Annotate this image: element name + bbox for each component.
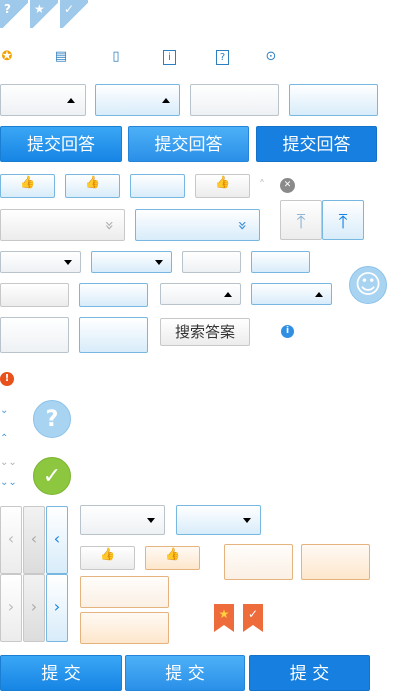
prev-button-2[interactable]: ‹ bbox=[23, 506, 45, 574]
check-icon: ✓ bbox=[64, 2, 75, 16]
chevron-left-icon: ‹ bbox=[7, 529, 15, 548]
submit-answer-button-hover[interactable]: 提交回答 bbox=[128, 126, 249, 162]
chevron-right-icon: › bbox=[53, 597, 61, 616]
prev-button-3[interactable]: ‹ bbox=[46, 506, 68, 574]
select-4[interactable] bbox=[91, 251, 172, 273]
info-icon: i bbox=[163, 50, 176, 65]
caret-down-icon bbox=[243, 518, 251, 523]
bookmark-star-icon: ★ bbox=[214, 604, 234, 632]
textarea-1[interactable] bbox=[0, 317, 69, 353]
select-2[interactable] bbox=[95, 84, 180, 116]
question-circle-icon: ? bbox=[33, 400, 71, 438]
select-3[interactable] bbox=[0, 251, 81, 273]
arrow-up-icon: ⤒ bbox=[296, 209, 306, 233]
like-button-orange-off[interactable]: 👍 bbox=[80, 546, 135, 570]
thumb-up-icon: 👍 bbox=[100, 547, 115, 561]
chevron-left-icon: ‹ bbox=[30, 529, 38, 548]
thumb-up-icon: 👍 bbox=[85, 175, 100, 189]
arrow-up-icon: ⤒ bbox=[338, 209, 348, 233]
chevron-left-icon: ‹ bbox=[53, 529, 61, 548]
search-circle-icon: ⊙ bbox=[265, 49, 277, 64]
submit-answer-button-active[interactable]: 提交回答 bbox=[256, 126, 377, 162]
like-button-orange-on[interactable]: 👍 bbox=[145, 546, 200, 570]
caret-up-icon bbox=[67, 98, 75, 103]
input-4[interactable] bbox=[251, 251, 310, 273]
back-to-top-button-hover[interactable]: ⤒ bbox=[322, 200, 364, 240]
like-button[interactable]: 👍 bbox=[0, 174, 55, 198]
input-2[interactable] bbox=[289, 84, 378, 116]
star-icon: ★ bbox=[34, 2, 45, 16]
next-button-2[interactable]: › bbox=[23, 574, 45, 642]
back-to-top-button[interactable]: ⤒ bbox=[280, 200, 322, 240]
caret-up-icon bbox=[224, 292, 232, 297]
check-circle-icon: ✓ bbox=[33, 457, 71, 495]
next-button-1[interactable]: › bbox=[0, 574, 22, 642]
textarea-orange-1[interactable] bbox=[80, 576, 169, 608]
caret-up-icon bbox=[162, 98, 170, 103]
phone-icon: ▯ bbox=[112, 49, 120, 64]
textarea-orange-2[interactable] bbox=[80, 612, 169, 644]
submit-button[interactable]: 提 交 bbox=[0, 655, 122, 691]
caret-up-icon[interactable]: ˄ bbox=[259, 178, 265, 192]
input-1[interactable] bbox=[190, 84, 279, 116]
prev-button-1[interactable]: ‹ bbox=[0, 506, 22, 574]
select-collapse-blue[interactable]: » bbox=[135, 209, 260, 241]
select-8[interactable] bbox=[176, 505, 261, 535]
select-7[interactable] bbox=[80, 505, 165, 535]
chevron-right-icon: › bbox=[7, 597, 15, 616]
smile-icon: ☺ bbox=[349, 266, 387, 304]
medal-icon: ✪ bbox=[1, 49, 13, 64]
close-icon: ✕ bbox=[283, 180, 292, 190]
chevron-up-icon[interactable]: ⌃ bbox=[0, 434, 8, 444]
caret-down-icon bbox=[64, 260, 72, 265]
like-button-hover[interactable]: 👍 bbox=[65, 174, 120, 198]
alert-icon: ! bbox=[0, 372, 14, 386]
textarea-2[interactable] bbox=[79, 317, 148, 353]
select-5[interactable] bbox=[160, 283, 241, 305]
double-down-icon: » bbox=[233, 220, 253, 231]
flag-check: ✓ bbox=[60, 0, 88, 28]
chevron-right-icon: › bbox=[30, 597, 38, 616]
info-circle-icon: i bbox=[281, 325, 294, 338]
input-orange-2[interactable] bbox=[301, 544, 370, 580]
flag-star: ★ bbox=[30, 0, 58, 28]
select-6[interactable] bbox=[251, 283, 332, 305]
input-small[interactable] bbox=[130, 174, 185, 198]
search-answer-button[interactable]: 搜索答案 bbox=[160, 318, 250, 346]
thumb-up-icon: 👍 bbox=[20, 175, 35, 189]
caret-up-icon bbox=[315, 292, 323, 297]
close-circle-icon[interactable]: ✕ bbox=[280, 178, 295, 193]
input-6[interactable] bbox=[79, 283, 148, 307]
question-box-icon: ? bbox=[216, 50, 229, 65]
chevron-down-icon[interactable]: ⌄ bbox=[0, 406, 8, 416]
double-down-icon: » bbox=[100, 220, 120, 231]
submit-answer-button[interactable]: 提交回答 bbox=[0, 126, 122, 162]
submit-button-active[interactable]: 提 交 bbox=[249, 655, 370, 691]
select-collapse-gray[interactable]: » bbox=[0, 209, 125, 241]
database-icon: ▤ bbox=[54, 49, 68, 64]
select-1[interactable] bbox=[0, 84, 86, 116]
next-button-3[interactable]: › bbox=[46, 574, 68, 642]
bookmark-check-icon: ✓ bbox=[243, 604, 263, 632]
double-chevron-down-icon[interactable]: ⌄⌄ bbox=[0, 458, 17, 468]
input-3[interactable] bbox=[182, 251, 241, 273]
double-chevron-down-icon-blue[interactable]: ⌄⌄ bbox=[0, 478, 17, 488]
caret-down-icon bbox=[155, 260, 163, 265]
caret-down-icon bbox=[147, 518, 155, 523]
submit-button-hover[interactable]: 提 交 bbox=[125, 655, 245, 691]
thumb-up-icon: 👍 bbox=[215, 175, 230, 189]
question-icon: ? bbox=[4, 2, 11, 16]
flag-question: ? bbox=[0, 0, 28, 28]
input-orange-1[interactable] bbox=[224, 544, 293, 580]
thumb-up-icon: 👍 bbox=[165, 547, 180, 561]
input-5[interactable] bbox=[0, 283, 69, 307]
like-button-disabled[interactable]: 👍 bbox=[195, 174, 250, 198]
